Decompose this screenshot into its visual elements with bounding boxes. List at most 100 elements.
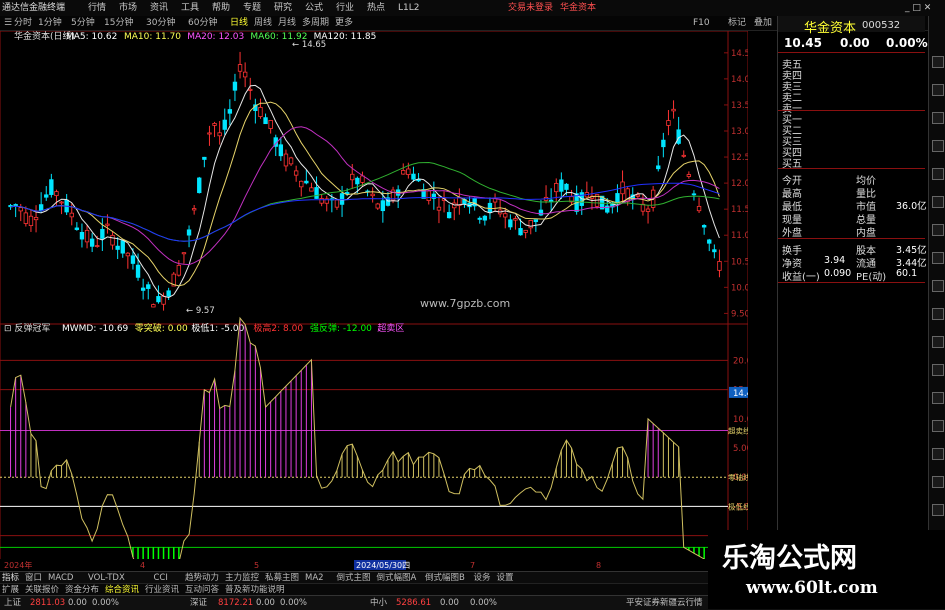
candle-body [222, 119, 227, 130]
period-tab-5[interactable]: 60分钟 [188, 16, 217, 30]
quote-panel: 华金资本 000532 10.45 0.00 0.00% 卖五 卖四 卖三 卖二 卖一 买一 买二 买三… [777, 16, 928, 571]
toolbar-right-1[interactable]: 标记 [728, 16, 746, 30]
status-item-6: 0.00 [256, 598, 275, 608]
period-tab-0[interactable]: 分时 [14, 16, 32, 30]
quote-stock-code: 000532 [862, 20, 901, 31]
candle-body [207, 132, 212, 135]
price-tick-label: 12.00 [731, 179, 748, 189]
fund-bottom-divider [778, 282, 925, 283]
price-tick-label: 11.50 [731, 205, 748, 215]
menu-item-9[interactable]: 热点 [367, 0, 385, 16]
fund-divider [778, 238, 925, 239]
menu-item-0[interactable]: 行情 [88, 0, 106, 16]
candle-body [513, 218, 518, 221]
menu-item-6[interactable]: 研究 [274, 0, 292, 16]
side-tool-icon[interactable] [932, 56, 944, 68]
window-controls[interactable]: _ □ ✕ [905, 0, 931, 16]
side-tool-icon[interactable] [932, 476, 944, 488]
fund-rlabel-2: PE(动) [856, 272, 887, 283]
candle-body [528, 220, 533, 229]
candle-body [100, 228, 105, 239]
trade-login-notice[interactable]: 交易未登录 [508, 0, 553, 16]
side-tool-icon[interactable] [932, 140, 944, 152]
candle-body [370, 193, 375, 197]
status-item-7: 0.00% [280, 598, 308, 608]
candle-body [18, 207, 23, 212]
candle-body [686, 174, 692, 177]
stats-divider [778, 168, 925, 169]
chart-watermark: www.7gpzb.com [420, 297, 510, 310]
side-tool-icon[interactable] [932, 280, 944, 292]
side-tool-icon[interactable] [932, 168, 944, 180]
period-tab-10[interactable]: 更多 [335, 16, 353, 30]
menu-item-2[interactable]: 资讯 [150, 0, 168, 16]
side-tool-icon[interactable] [932, 448, 944, 460]
candle-body [69, 212, 74, 218]
period-tab-1[interactable]: 1分钟 [38, 16, 62, 30]
candle-body [635, 194, 641, 197]
menu-item-5[interactable]: 专题 [243, 0, 261, 16]
side-tool-icon[interactable] [932, 252, 944, 264]
candle-body [696, 206, 702, 212]
indicator-tick-label: 20.00 [733, 356, 748, 366]
candle-body [151, 304, 156, 308]
period-tab-7[interactable]: 周线 [254, 16, 272, 30]
period-tab-8[interactable]: 月线 [278, 16, 296, 30]
menu-item-10[interactable]: L1L2 [398, 0, 419, 16]
candle-body [28, 215, 34, 227]
candle-body [406, 168, 411, 175]
toolbar-menu-icon[interactable]: ☰ [4, 16, 12, 30]
fund-rvalue-0: 3.45亿 [896, 245, 927, 256]
candle-body [13, 204, 18, 207]
menu-item-8[interactable]: 行业 [336, 0, 354, 16]
candle-body [666, 120, 671, 126]
menu-item-4[interactable]: 帮助 [212, 0, 230, 16]
period-tab-4[interactable]: 30分钟 [146, 16, 175, 30]
candle-body [84, 229, 90, 243]
oversold-side-label: 超卖线 [728, 425, 748, 435]
candle-body [146, 284, 151, 289]
price-tick-label: 10.00 [731, 283, 748, 293]
menu-item-1[interactable]: 市场 [119, 0, 137, 16]
candle-body [166, 290, 171, 297]
indicator-name: ⊡ 反弹冠军 [4, 322, 50, 334]
side-tool-icon[interactable] [932, 504, 944, 516]
price-tick-label: 14.00 [731, 75, 748, 85]
period-tab-3[interactable]: 15分钟 [104, 16, 133, 30]
stock-tab[interactable]: 华金资本 [560, 0, 596, 16]
kline-chart[interactable]: 华金资本(日线)MA5: 10.62 MA10: 11.70 MA20: 12.03… [0, 31, 748, 571]
side-tool-icon[interactable] [932, 392, 944, 404]
candle-body [59, 201, 64, 204]
status-item-3: 0.00% [92, 598, 120, 608]
quote-stock-name[interactable]: 华金资本 [804, 17, 856, 36]
toolbar-right-0[interactable]: F10 [693, 16, 710, 30]
candle-body [181, 252, 187, 255]
candle-body [268, 119, 273, 129]
status-item-11: 0.00% [470, 598, 498, 608]
status-item-8: 中小 [370, 598, 388, 608]
candle-body [242, 71, 248, 78]
candle-body [89, 238, 95, 247]
period-tab-9[interactable]: 多周期 [302, 16, 329, 30]
period-tab-2[interactable]: 5分钟 [71, 16, 95, 30]
side-tool-icon[interactable] [932, 84, 944, 96]
side-tool-icon[interactable] [932, 308, 944, 320]
side-tool-icon[interactable] [932, 112, 944, 124]
side-tool-icon[interactable] [932, 196, 944, 208]
side-tool-icon[interactable] [932, 224, 944, 236]
side-tool-icon[interactable] [932, 336, 944, 348]
ma-label-1: MA10: 11.70 [124, 32, 181, 42]
candle-body [645, 208, 651, 212]
side-tool-icon[interactable] [932, 364, 944, 376]
candle-body [110, 234, 115, 246]
menu-item-7[interactable]: 公式 [305, 0, 323, 16]
candle-body [472, 197, 477, 207]
date-label-4: 7 [470, 561, 475, 570]
menu-item-3[interactable]: 工具 [181, 0, 199, 16]
side-tool-icon[interactable] [932, 420, 944, 432]
candle-body [671, 108, 676, 112]
toolbar-right-2[interactable]: 叠加 [754, 16, 772, 30]
period-tab-6[interactable]: 日线 [230, 16, 248, 30]
candle-body [248, 88, 253, 91]
price-tick-label: 10.50 [731, 257, 748, 267]
